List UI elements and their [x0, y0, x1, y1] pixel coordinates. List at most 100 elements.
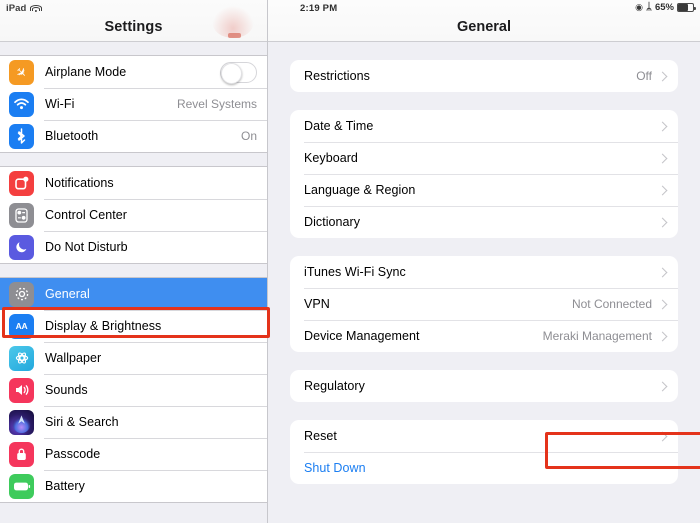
chevron-right-icon [658, 381, 668, 391]
settings-sidebar: Settings ✈ Airplane Mode Wi-Fi Revel System… [0, 0, 268, 523]
sidebar-item-label: Wi-Fi [45, 97, 74, 111]
detail-row-label: Reset [304, 429, 337, 443]
detail-row-itunes-wi-fi-sync[interactable]: iTunes Wi-Fi Sync [290, 256, 678, 288]
detail-row-value: Meraki Management [543, 329, 652, 343]
detail-row-label: Shut Down [304, 461, 366, 475]
sidebar-item-wallpaper[interactable]: Wallpaper [0, 342, 267, 374]
sounds-icon [9, 378, 34, 403]
sidebar-item-bluetooth[interactable]: Bluetooth On [0, 120, 267, 152]
siri-icon [9, 410, 34, 435]
detail-row-label: Restrictions [304, 69, 370, 83]
chevron-right-icon [658, 267, 668, 277]
detail-card-1: Date & Time Keyboard Language & Region Dict… [290, 110, 678, 238]
sidebar-item-label: General [45, 287, 90, 301]
sidebar-item-value: Revel Systems [177, 97, 257, 111]
sidebar-item-sounds[interactable]: Sounds [0, 374, 267, 406]
detail-row-label: Device Management [304, 329, 420, 343]
detail-row-label: Keyboard [304, 151, 358, 165]
detail-row-label: Dictionary [304, 215, 360, 229]
sidebar-item-passcode[interactable]: Passcode [0, 438, 267, 470]
sidebar-item-siri-search[interactable]: Siri & Search [0, 406, 267, 438]
battery-icon [9, 474, 34, 499]
card-gap [290, 92, 678, 110]
sidebar-item-general[interactable]: General [0, 278, 267, 310]
detail-row-language-region[interactable]: Language & Region [290, 174, 678, 206]
sidebar-item-airplane-mode[interactable]: ✈ Airplane Mode [0, 56, 267, 88]
detail-header: General [268, 0, 700, 42]
chevron-right-icon [658, 153, 668, 163]
sidebar-group-2: General AA Display & Brightness Wallpaper So… [0, 277, 267, 503]
airplane-icon: ✈ [9, 60, 34, 85]
detail-row-vpn[interactable]: VPNNot Connected [290, 288, 678, 320]
detail-row-shut-down[interactable]: Shut Down [290, 452, 678, 484]
sidebar-item-label: Display & Brightness [45, 319, 161, 333]
detail-row-restrictions[interactable]: Restrictions Off [290, 60, 678, 92]
detail-row-device-management[interactable]: Device Management Meraki Management [290, 320, 678, 352]
detail-row-date-time[interactable]: Date & Time [290, 110, 678, 142]
bluetooth-icon [9, 124, 34, 149]
detail-card-0: Restrictions Off [290, 60, 678, 92]
chevron-right-icon [658, 331, 668, 341]
detail-row-label: Regulatory [304, 379, 365, 393]
sidebar-list[interactable]: ✈ Airplane Mode Wi-Fi Revel Systems Bluetoot… [0, 42, 267, 523]
detail-row-label: iTunes Wi-Fi Sync [304, 265, 406, 279]
chevron-right-icon [658, 431, 668, 441]
general-detail-pane: General Restrictions Off Date & Time Keyboa… [268, 0, 700, 523]
display-brightness-icon: AA [9, 314, 34, 339]
sidebar-group-gap [0, 153, 267, 166]
detail-row-label: Date & Time [304, 119, 373, 133]
card-gap [290, 352, 678, 370]
chevron-right-icon [658, 121, 668, 131]
sidebar-item-do-not-disturb[interactable]: Do Not Disturb [0, 231, 267, 263]
sidebar-item-display-brightness[interactable]: AA Display & Brightness [0, 310, 267, 342]
detail-row-value: Off [636, 69, 652, 83]
sidebar-item-label: Battery [45, 479, 85, 493]
airplane-mode-toggle[interactable] [220, 62, 257, 83]
sidebar-item-battery[interactable]: Battery [0, 470, 267, 502]
chevron-right-icon [658, 217, 668, 227]
card-gap [290, 238, 678, 256]
sidebar-item-label: Airplane Mode [45, 65, 126, 79]
sidebar-title: Settings [105, 19, 163, 35]
chevron-right-icon [658, 185, 668, 195]
detail-row-label: VPN [304, 297, 330, 311]
sidebar-item-label: Bluetooth [45, 129, 98, 143]
sidebar-group-gap [0, 42, 267, 55]
detail-row-dictionary[interactable]: Dictionary [290, 206, 678, 238]
chevron-right-icon [658, 299, 668, 309]
chevron-right-icon [658, 71, 668, 81]
wifi-icon [9, 92, 34, 117]
detail-row-regulatory[interactable]: Regulatory [290, 370, 678, 402]
detail-list[interactable]: Restrictions Off Date & Time Keyboard Langua… [268, 42, 700, 484]
detail-row-keyboard[interactable]: Keyboard [290, 142, 678, 174]
detail-card-2: iTunes Wi-Fi SyncVPNNot ConnectedDevice … [290, 256, 678, 352]
detail-card-3: Regulatory [290, 370, 678, 402]
sidebar-group-0: ✈ Airplane Mode Wi-Fi Revel Systems Bluetoot… [0, 55, 267, 153]
sidebar-item-value: On [241, 129, 257, 143]
sidebar-item-notifications[interactable]: Notifications [0, 167, 267, 199]
detail-top-spacer [290, 42, 678, 60]
detail-row-reset[interactable]: Reset [290, 420, 678, 452]
sidebar-item-label: Sounds [45, 383, 88, 397]
sidebar-header: Settings [0, 0, 267, 42]
sidebar-item-label: Siri & Search [45, 415, 119, 429]
detail-row-label: Language & Region [304, 183, 415, 197]
notifications-icon [9, 171, 34, 196]
sidebar-item-label: Control Center [45, 208, 127, 222]
page-title: General [457, 19, 511, 35]
sidebar-item-label: Notifications [45, 176, 114, 190]
sidebar-item-label: Passcode [45, 447, 100, 461]
annotation-smudge-edge [228, 33, 241, 38]
wallpaper-icon [9, 346, 34, 371]
ipad-settings-screen: iPad 2:19 PM ◉ ᛦ 65% Settings ✈Airplane … [0, 0, 700, 523]
sidebar-group-gap [0, 264, 267, 277]
sidebar-item-label: Wallpaper [45, 351, 101, 365]
passcode-lock-icon [9, 442, 34, 467]
toggle-knob [221, 63, 242, 84]
annotation-smudge [212, 6, 254, 38]
sidebar-item-label: Do Not Disturb [45, 240, 128, 254]
detail-card-4: Reset Shut Down [290, 420, 678, 484]
sidebar-item-wi-fi[interactable]: Wi-Fi Revel Systems [0, 88, 267, 120]
sidebar-group-1: Notifications Control Center Do Not Distur… [0, 166, 267, 264]
sidebar-item-control-center[interactable]: Control Center [0, 199, 267, 231]
